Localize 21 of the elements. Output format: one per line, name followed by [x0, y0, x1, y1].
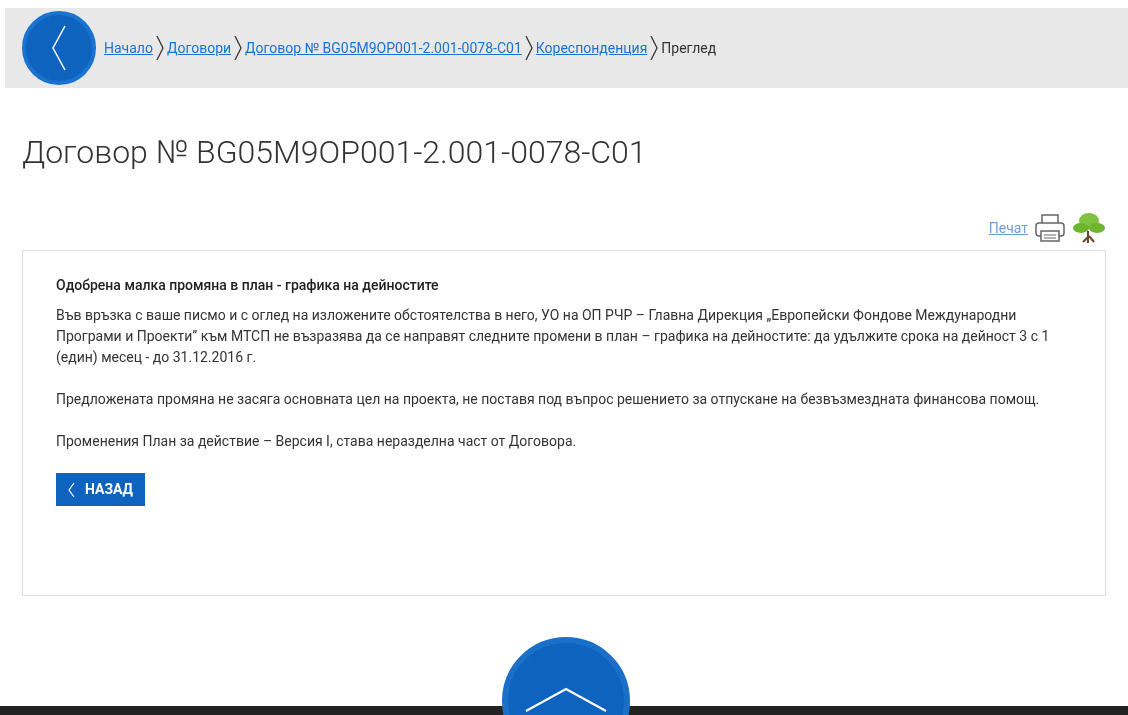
printer-icon[interactable]	[1034, 213, 1066, 243]
chevron-left-icon	[49, 24, 69, 72]
message-subject: Одобрена малка промяна в план - графика на дейностите	[56, 276, 440, 295]
print-link[interactable]: Печат	[988, 217, 1028, 239]
chevron-right-icon	[649, 35, 660, 61]
message-paragraph: Предложената промяна не засяга основната цел на проекта, не поставя под въпрос решението за отпускане на безвъзмездната финансова помощ.	[56, 390, 1041, 409]
chevron-left-icon	[68, 481, 75, 498]
breadcrumb-link[interactable]: Договори	[166, 37, 232, 59]
back-button[interactable]: НАЗАД	[56, 473, 146, 506]
breadcrumb-link[interactable]: Кореспонденция	[535, 37, 648, 59]
chevron-up-icon	[524, 687, 608, 713]
page-title: Договор № BG05M9OP001-2.001-0078-C01	[22, 132, 648, 172]
breadcrumb-link[interactable]: Начало	[104, 37, 153, 59]
breadcrumb-link[interactable]: Договор № BG05M9OP001-2.001-0078-C01	[245, 37, 522, 59]
message-paragraph: Във връзка с ваше писмо и с оглед на изложените обстоятелства в него, УО на ОП РЧР – Главна Дирекция „Европейски Фондове Международни Програми и Проекти” към МТСП не възразява да се направят следните промени в план – графика на дейностите: да удължите срока на дейност 3 с 1 (един) месец - до 31.12.2016 г.	[56, 306, 1051, 368]
chevron-right-icon	[233, 35, 244, 61]
tree-icon	[1072, 211, 1106, 245]
message-paragraph: Променения План за действие – Версия I, става неразделна част от Договора.	[56, 432, 578, 451]
breadcrumb-current: Преглед	[661, 38, 717, 58]
chevron-right-icon	[523, 35, 534, 61]
chevron-right-icon	[154, 35, 165, 61]
